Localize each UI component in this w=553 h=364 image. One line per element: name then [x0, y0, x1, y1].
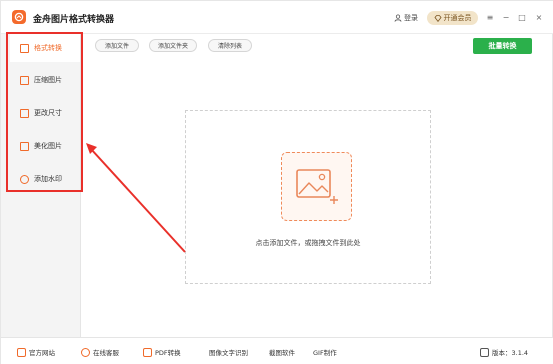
support-link[interactable]: 在线客服	[81, 347, 119, 357]
support-icon	[81, 347, 90, 357]
ocr-label: 图像文字识别	[209, 349, 248, 357]
screenshot-link[interactable]: 截图软件	[269, 347, 295, 357]
version-icon	[480, 347, 489, 357]
app-window: 金舟图片格式转换器 登录 开通会员 ≡ − □ × 格式转换 压缩图片 更改尺寸…	[0, 0, 553, 364]
version-info: 版本：3.1.4	[480, 347, 528, 357]
gif-label: GIF制作	[313, 349, 337, 357]
website-label: 官方网站	[29, 349, 55, 357]
pdf-link[interactable]: PDF转换	[143, 347, 181, 357]
ocr-link[interactable]: 图像文字识别	[209, 347, 248, 357]
version-label: 版本：3.1.4	[492, 349, 529, 357]
bottom-bar: 官方网站 在线客服 PDF转换 图像文字识别 截图软件 GIF制作 版本：3.1…	[1, 337, 553, 364]
gif-link[interactable]: GIF制作	[313, 347, 337, 357]
website-link[interactable]: 官方网站	[17, 347, 55, 357]
pdf-icon	[143, 347, 152, 357]
support-label: 在线客服	[93, 349, 119, 357]
pdf-label: PDF转换	[155, 349, 181, 357]
screenshot-label: 截图软件	[269, 349, 295, 357]
home-icon	[17, 347, 26, 357]
annotation-arrow	[86, 143, 186, 253]
